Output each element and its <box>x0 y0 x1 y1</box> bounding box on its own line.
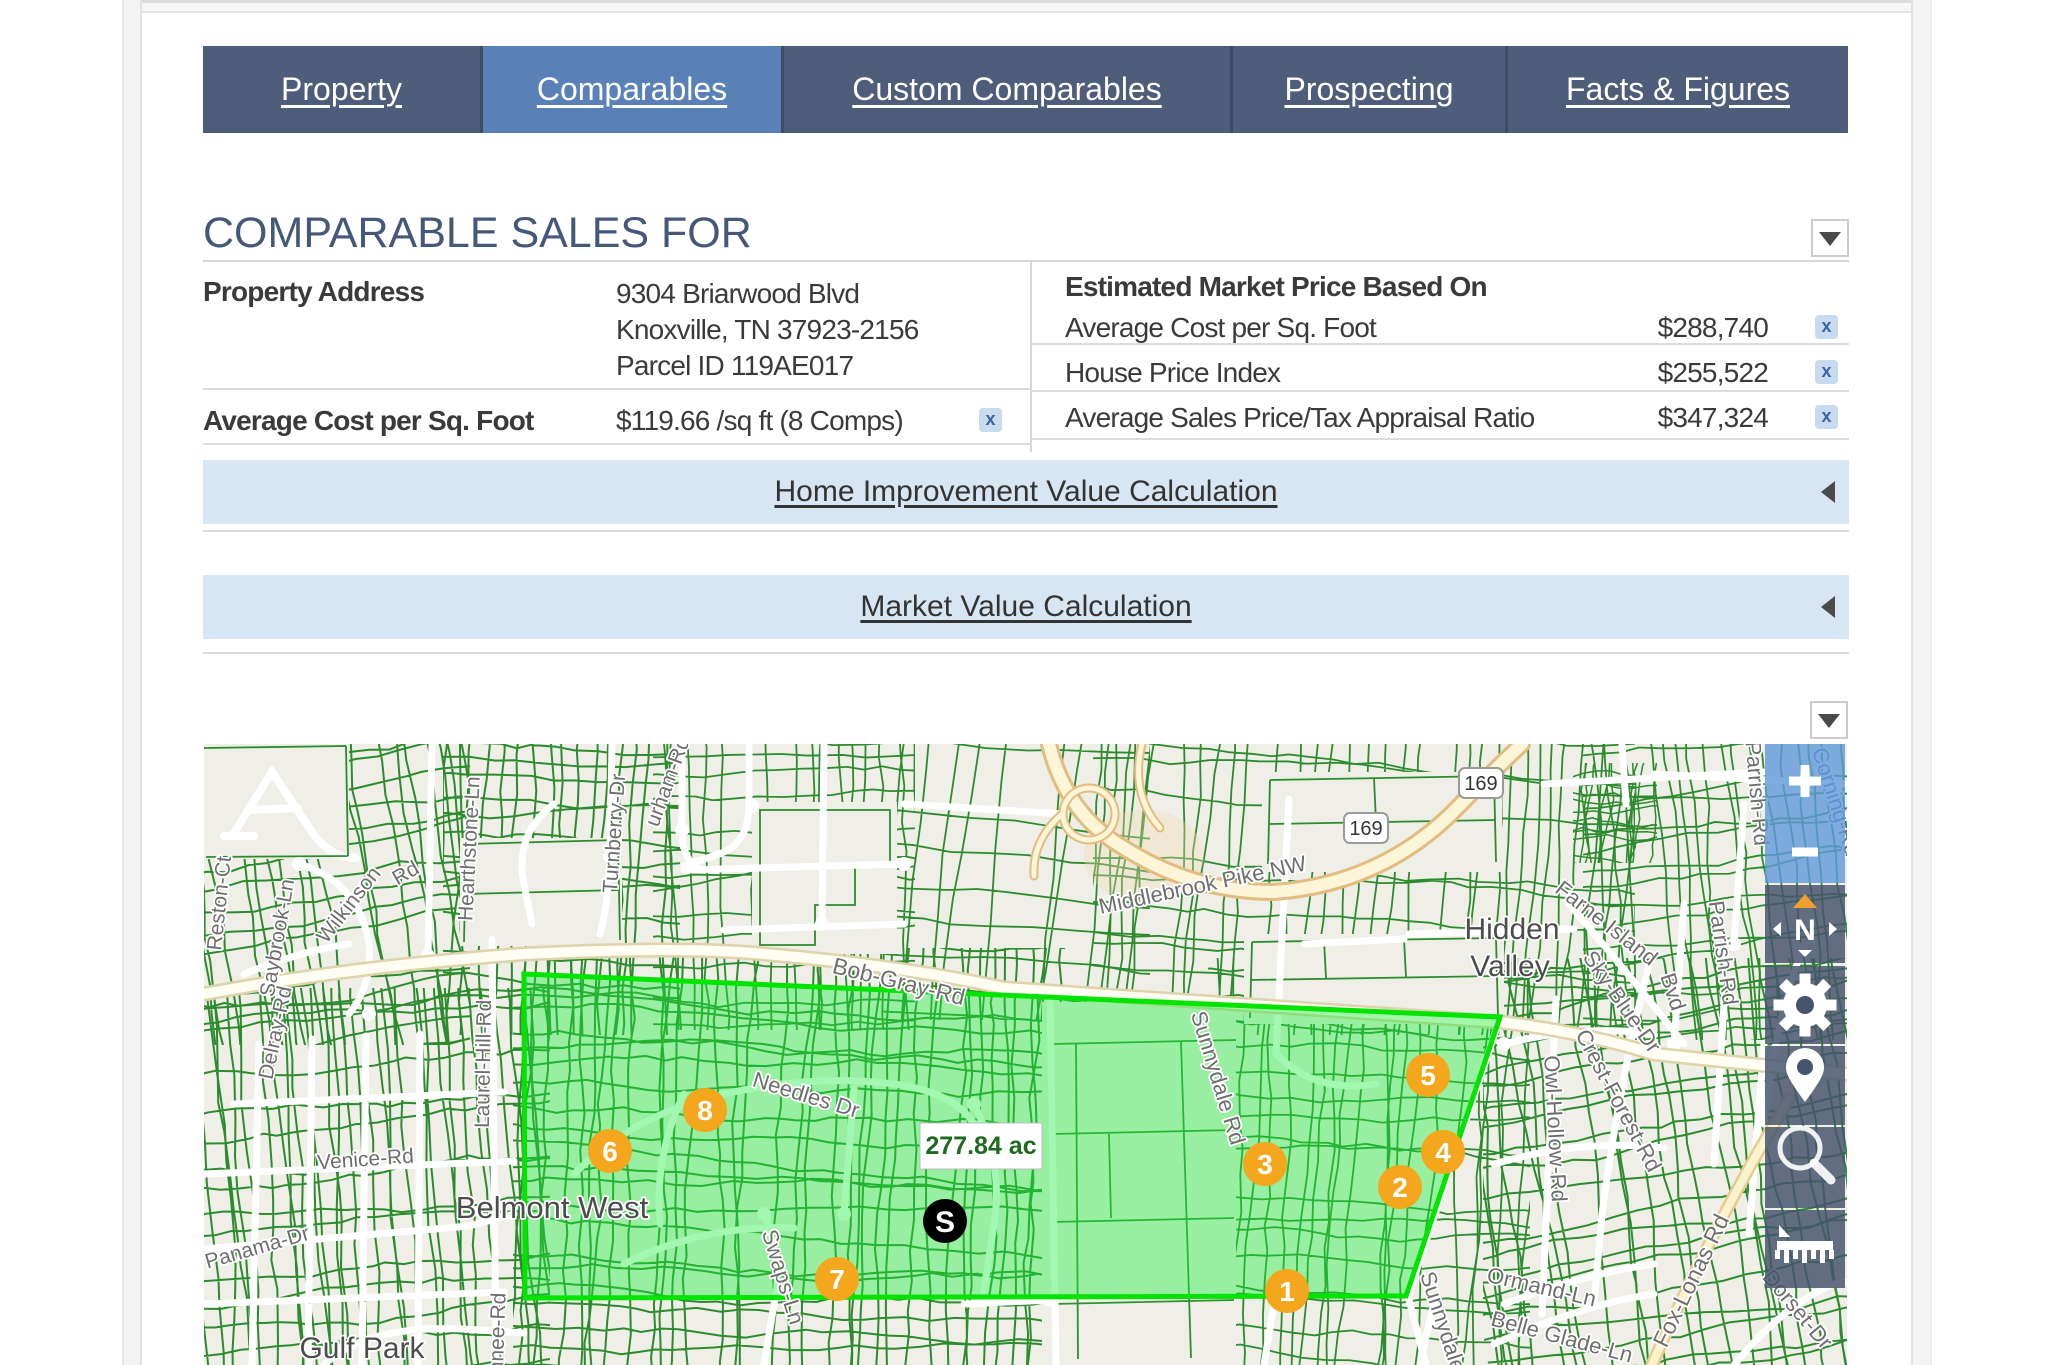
svg-text:1: 1 <box>1279 1276 1295 1307</box>
svg-text:3: 3 <box>1257 1149 1273 1180</box>
svg-text:Hidden: Hidden <box>1464 913 1559 946</box>
svg-text:5: 5 <box>1420 1060 1436 1091</box>
svg-text:S: S <box>935 1206 955 1239</box>
svg-text:Laurel-Hill-Rd: Laurel-Hill-Rd <box>471 1000 496 1129</box>
svg-text:169: 169 <box>1349 818 1382 840</box>
svg-text:annee-Rd: annee-Rd <box>484 1292 510 1365</box>
svg-text:Gulf Park: Gulf Park <box>299 1332 425 1365</box>
svg-text:7: 7 <box>829 1264 845 1295</box>
svg-text:8: 8 <box>697 1095 713 1126</box>
svg-text:169: 169 <box>1464 773 1497 795</box>
svg-text:2: 2 <box>1392 1172 1408 1203</box>
svg-text:4: 4 <box>1435 1137 1451 1168</box>
svg-text:N: N <box>1794 914 1816 947</box>
svg-text:6: 6 <box>602 1136 618 1167</box>
svg-text:Valley: Valley <box>1470 950 1549 983</box>
svg-text:277.84 ac: 277.84 ac <box>925 1132 1036 1160</box>
svg-text:Belmont West: Belmont West <box>456 1190 649 1225</box>
